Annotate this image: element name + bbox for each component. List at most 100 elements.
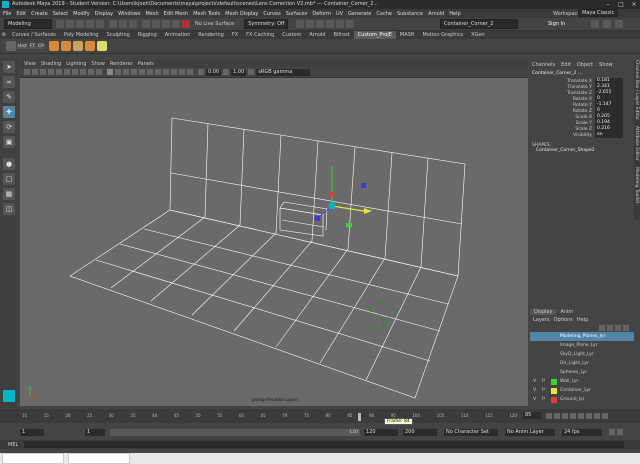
playback-end-field[interactable]: 120 (364, 428, 398, 436)
fps-dropdown[interactable]: 24 fps (562, 428, 602, 436)
safe-action-icon[interactable] (96, 69, 102, 75)
layer-row[interactable]: Image_Plane_Lyr (530, 341, 634, 350)
lasso-tool-icon[interactable]: ∞ (3, 76, 15, 88)
cube-orange-3-icon[interactable] (72, 41, 83, 51)
current-frame-field[interactable]: 85 (523, 412, 541, 419)
shelf-tab-custom[interactable]: Custom (278, 31, 305, 39)
new-scene-icon[interactable] (56, 20, 64, 28)
snap-curve-icon[interactable] (152, 20, 160, 28)
undo-icon[interactable] (86, 20, 94, 28)
film-gate-icon[interactable] (64, 69, 70, 75)
cb-menu-channels[interactable]: Channels (532, 62, 555, 68)
step-back-frame-icon[interactable] (562, 413, 568, 419)
mode-dropdown[interactable]: Modeling (4, 19, 52, 29)
channel-box-icon[interactable] (615, 20, 623, 28)
range-bar[interactable]: 120 (110, 428, 360, 436)
select-component-icon[interactable] (129, 20, 137, 28)
workspace-dropdown[interactable]: Maya Classic (578, 9, 619, 17)
layer-visibility[interactable]: V (530, 397, 539, 402)
shelf-hist-button[interactable]: Hist (17, 43, 28, 49)
select-tool-icon[interactable]: ➤ (3, 61, 15, 73)
exposure-field[interactable]: 0.00 (206, 68, 222, 76)
panel-menu-shading[interactable]: Shading (41, 61, 61, 67)
paint-select-tool-icon[interactable]: ✎ (3, 91, 15, 103)
shelf-tab-xgen[interactable]: XGen (467, 31, 489, 39)
layer-menu-options[interactable]: Options (554, 317, 573, 323)
menu-help[interactable]: Help (449, 11, 460, 17)
current-frame-indicator[interactable] (358, 413, 361, 421)
menu-select[interactable]: Select (53, 11, 68, 17)
resolution-gate-icon[interactable] (72, 69, 78, 75)
menu-curves[interactable]: Curves (263, 11, 280, 17)
select-object-icon[interactable] (119, 20, 127, 28)
attr-value[interactable]: 0 (595, 96, 623, 102)
anim-layer-dropdown[interactable]: No Anim Layer (505, 428, 555, 436)
layer-color-swatch[interactable] (551, 387, 557, 394)
menu-surfaces[interactable]: Surfaces (286, 11, 308, 17)
persp-outliner-layout-icon[interactable]: ◫ (3, 203, 15, 215)
shelf-tab-custom-proje[interactable]: Custom_ProjE (353, 31, 396, 39)
layer-playback[interactable]: P (539, 397, 548, 402)
menu-display[interactable]: Display (95, 11, 113, 17)
render-frame-icon[interactable] (296, 20, 305, 28)
panel-menu-renderer[interactable]: Renderer (110, 61, 133, 67)
shelf-tab-sculpting[interactable]: Sculpting (102, 31, 133, 39)
play-backwards-icon[interactable] (570, 413, 576, 419)
exposure-icon[interactable] (198, 69, 204, 75)
color-management-icon[interactable] (248, 69, 255, 75)
gamma-field[interactable]: 1.00 (231, 68, 247, 76)
render-sequence-icon[interactable] (306, 20, 315, 28)
taskbar-window-2[interactable] (68, 453, 130, 464)
menu-windows[interactable]: Windows (118, 11, 140, 17)
wireframe-icon[interactable] (107, 69, 113, 75)
single-layout-icon[interactable]: □ (3, 173, 15, 185)
menu-mesh-display[interactable]: Mesh Display (225, 11, 258, 17)
menu-deform[interactable]: Deform (312, 11, 331, 17)
xray-icon[interactable] (179, 69, 185, 75)
move-tool-icon[interactable]: ✚ (3, 106, 15, 118)
snap-point-icon[interactable] (162, 20, 170, 28)
step-forward-key-icon[interactable] (594, 413, 600, 419)
shelf-settings-icon[interactable]: ⚙ (0, 32, 8, 38)
command-input[interactable] (24, 441, 625, 448)
camera-attributes-icon[interactable] (32, 69, 38, 75)
playback-start-field[interactable]: 1 (85, 428, 105, 436)
layer-tab-display[interactable]: Display (530, 309, 557, 315)
gamma-icon[interactable] (223, 69, 230, 75)
layer-menu-help[interactable]: Help (577, 317, 588, 323)
new-layer-from-selected-icon[interactable] (623, 325, 629, 331)
open-scene-icon[interactable] (66, 20, 74, 28)
shelf-tab-mash[interactable]: MASH (396, 31, 419, 39)
attr-value[interactable]: 0 (595, 108, 623, 114)
layer-color-swatch[interactable] (551, 361, 557, 367)
cube-orange-4-icon[interactable] (84, 41, 95, 51)
side-tab-channel-box[interactable]: Channel Box / Layer Editor (634, 60, 639, 120)
side-tab-modeling-toolkit[interactable]: Modeling Toolkit (634, 167, 639, 203)
anti-alias-icon[interactable] (163, 69, 169, 75)
select-hierarchy-icon[interactable] (109, 20, 117, 28)
textured-icon[interactable] (123, 69, 129, 75)
layer-tab-anim[interactable]: Anim (556, 309, 577, 315)
save-scene-icon[interactable] (76, 20, 84, 28)
menu-mesh-tools[interactable]: Mesh Tools (193, 11, 220, 17)
move-layer-down-icon[interactable] (607, 325, 613, 331)
go-to-end-icon[interactable] (602, 413, 608, 419)
shelf-cp-button[interactable]: CP (37, 43, 45, 49)
layer-color-swatch[interactable] (551, 396, 557, 403)
layer-row[interactable]: Modeling_Planes_lyr (530, 332, 634, 341)
attr-value[interactable]: -2.655 (595, 90, 623, 96)
character-set-dropdown[interactable]: No Character Set (444, 428, 498, 436)
modeling-toolkit-icon[interactable] (591, 20, 599, 28)
menu-substance[interactable]: Substance (397, 11, 423, 17)
close-icon[interactable]: × (628, 0, 640, 9)
layer-row[interactable]: V P Wall_Lyr (530, 377, 634, 386)
motion-blur-icon[interactable] (155, 69, 161, 75)
menu-create[interactable]: Create (31, 11, 48, 17)
attr-value[interactable]: -1.147 (595, 102, 623, 108)
new-empty-layer-icon[interactable] (615, 325, 621, 331)
menu-modify[interactable]: Modify (73, 11, 90, 17)
minimize-icon[interactable]: – (602, 0, 614, 9)
arnold-render-view-icon[interactable] (346, 20, 355, 28)
shelf-tab-animation[interactable]: Animation (161, 31, 195, 39)
render-settings-icon[interactable] (326, 20, 335, 28)
